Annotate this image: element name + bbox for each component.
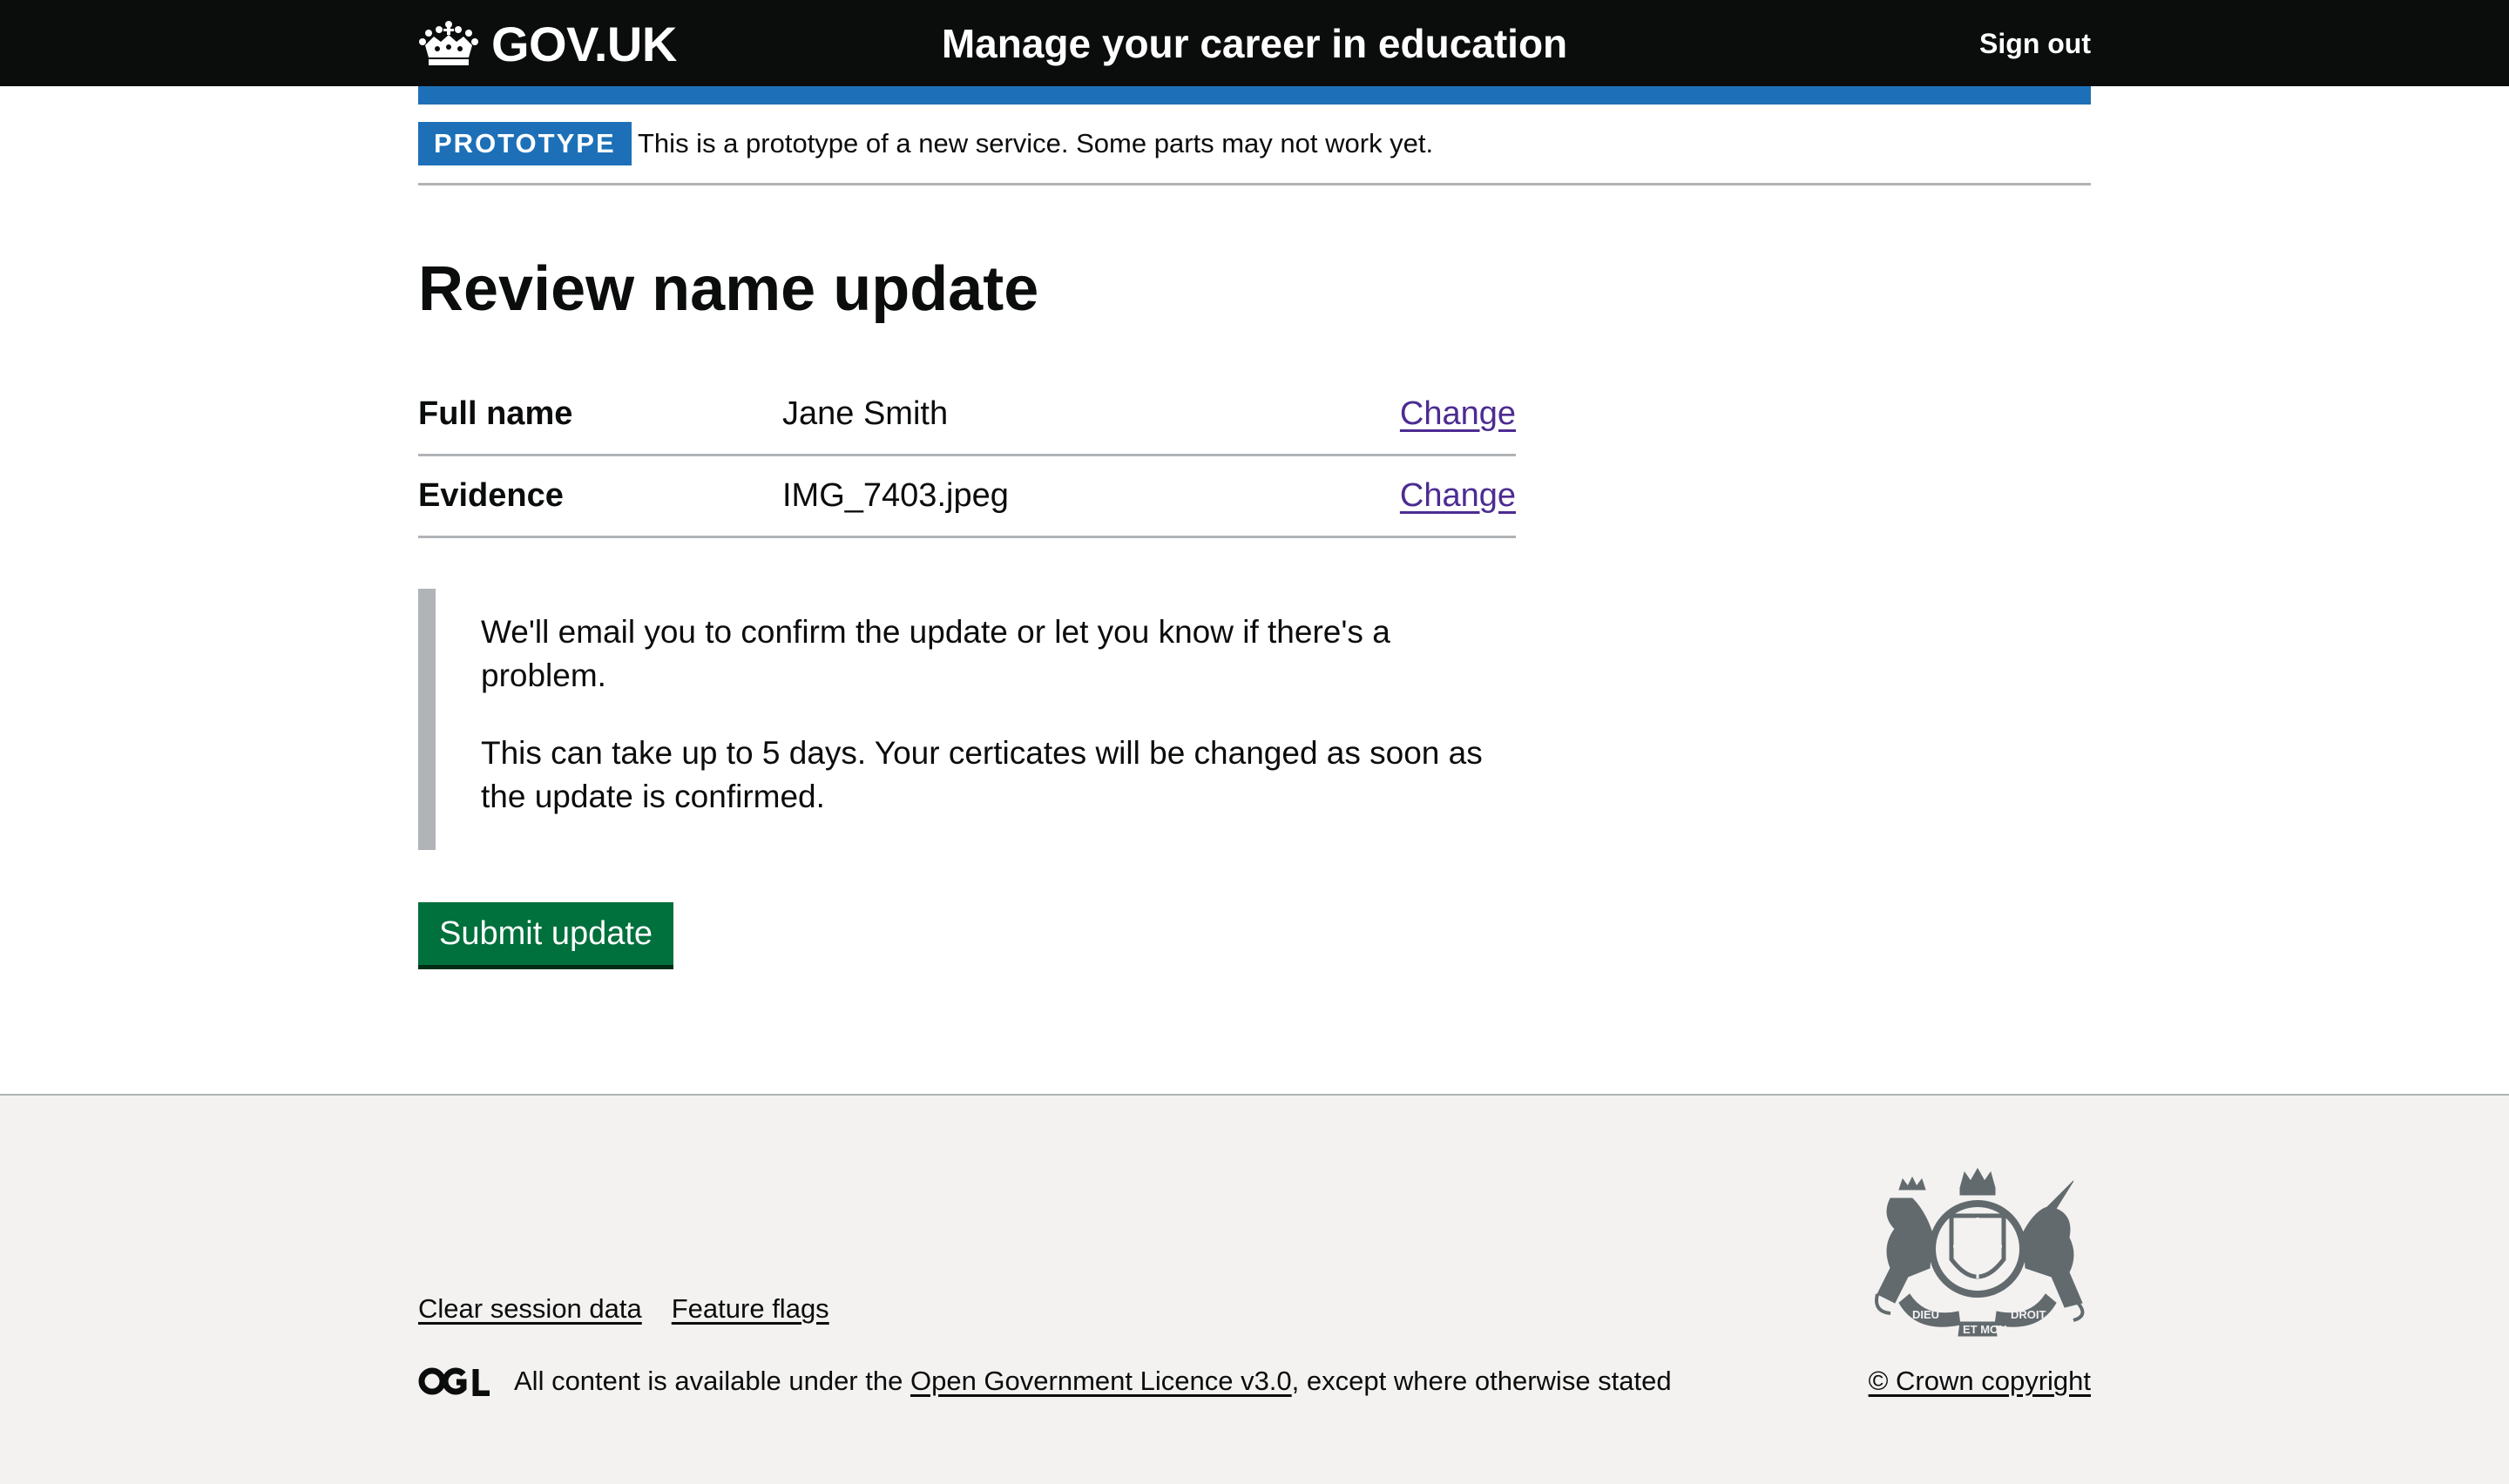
sign-out-link[interactable]: Sign out xyxy=(1979,16,2091,71)
licence-row: All content is available under the Open … xyxy=(418,1359,1672,1403)
crown-copyright-link[interactable]: © Crown copyright xyxy=(1869,1359,2091,1403)
summary-value: IMG_7403.jpeg xyxy=(782,477,1009,514)
feature-flags-link[interactable]: Feature flags xyxy=(672,1293,829,1324)
summary-value: Jane Smith xyxy=(782,395,949,432)
summary-row-evidence: Evidence IMG_7403.jpeg Change xyxy=(418,456,1516,538)
change-evidence-link[interactable]: Change xyxy=(1400,474,1516,517)
royal-coat-of-arms-icon: DIEU ET MON DROIT xyxy=(1875,1167,2085,1337)
change-full-name-link[interactable]: Change xyxy=(1400,392,1516,435)
crest-motto-droit: DROIT xyxy=(2011,1308,2046,1321)
submit-update-button[interactable]: Submit update xyxy=(418,902,674,965)
summary-key: Full name xyxy=(418,395,573,432)
header-blue-bar xyxy=(418,86,2091,105)
inset-paragraph-timing: This can take up to 5 days. Your certica… xyxy=(481,735,1483,814)
open-government-licence-link[interactable]: Open Government Licence v3.0 xyxy=(910,1366,1292,1397)
footer-links: Clear session data Feature flags xyxy=(418,1287,859,1331)
licence-suffix: , except where otherwise stated xyxy=(1291,1366,1672,1396)
crest-motto-dieu: DIEU xyxy=(1912,1308,1939,1321)
ogl-logo-icon xyxy=(418,1367,490,1396)
summary-key: Evidence xyxy=(418,477,564,514)
phase-tag: PROTOTYPE xyxy=(418,122,632,165)
header: GOV.UK Manage your career in education S… xyxy=(0,0,2509,86)
summary-row-full-name: Full name Jane Smith Change xyxy=(418,374,1516,456)
service-name[interactable]: Manage your career in education xyxy=(0,16,2509,71)
footer: Clear session data Feature flags All cont… xyxy=(0,1094,2509,1484)
crest-motto-et-mon: ET MON xyxy=(1963,1323,2007,1336)
inset-text: We'll email you to confirm the update or… xyxy=(418,589,1483,850)
inset-paragraph-confirm: We'll email you to confirm the update or… xyxy=(481,614,1390,693)
phase-banner-text: This is a prototype of a new service. So… xyxy=(638,128,1434,159)
phase-banner: PROTOTYPE This is a prototype of a new s… xyxy=(418,105,2091,186)
page-title: Review name update xyxy=(418,254,1039,324)
summary-list: Full name Jane Smith Change Evidence IMG… xyxy=(418,374,1516,538)
licence-prefix: All content is available under the xyxy=(514,1366,903,1396)
clear-session-data-link[interactable]: Clear session data xyxy=(418,1293,642,1324)
